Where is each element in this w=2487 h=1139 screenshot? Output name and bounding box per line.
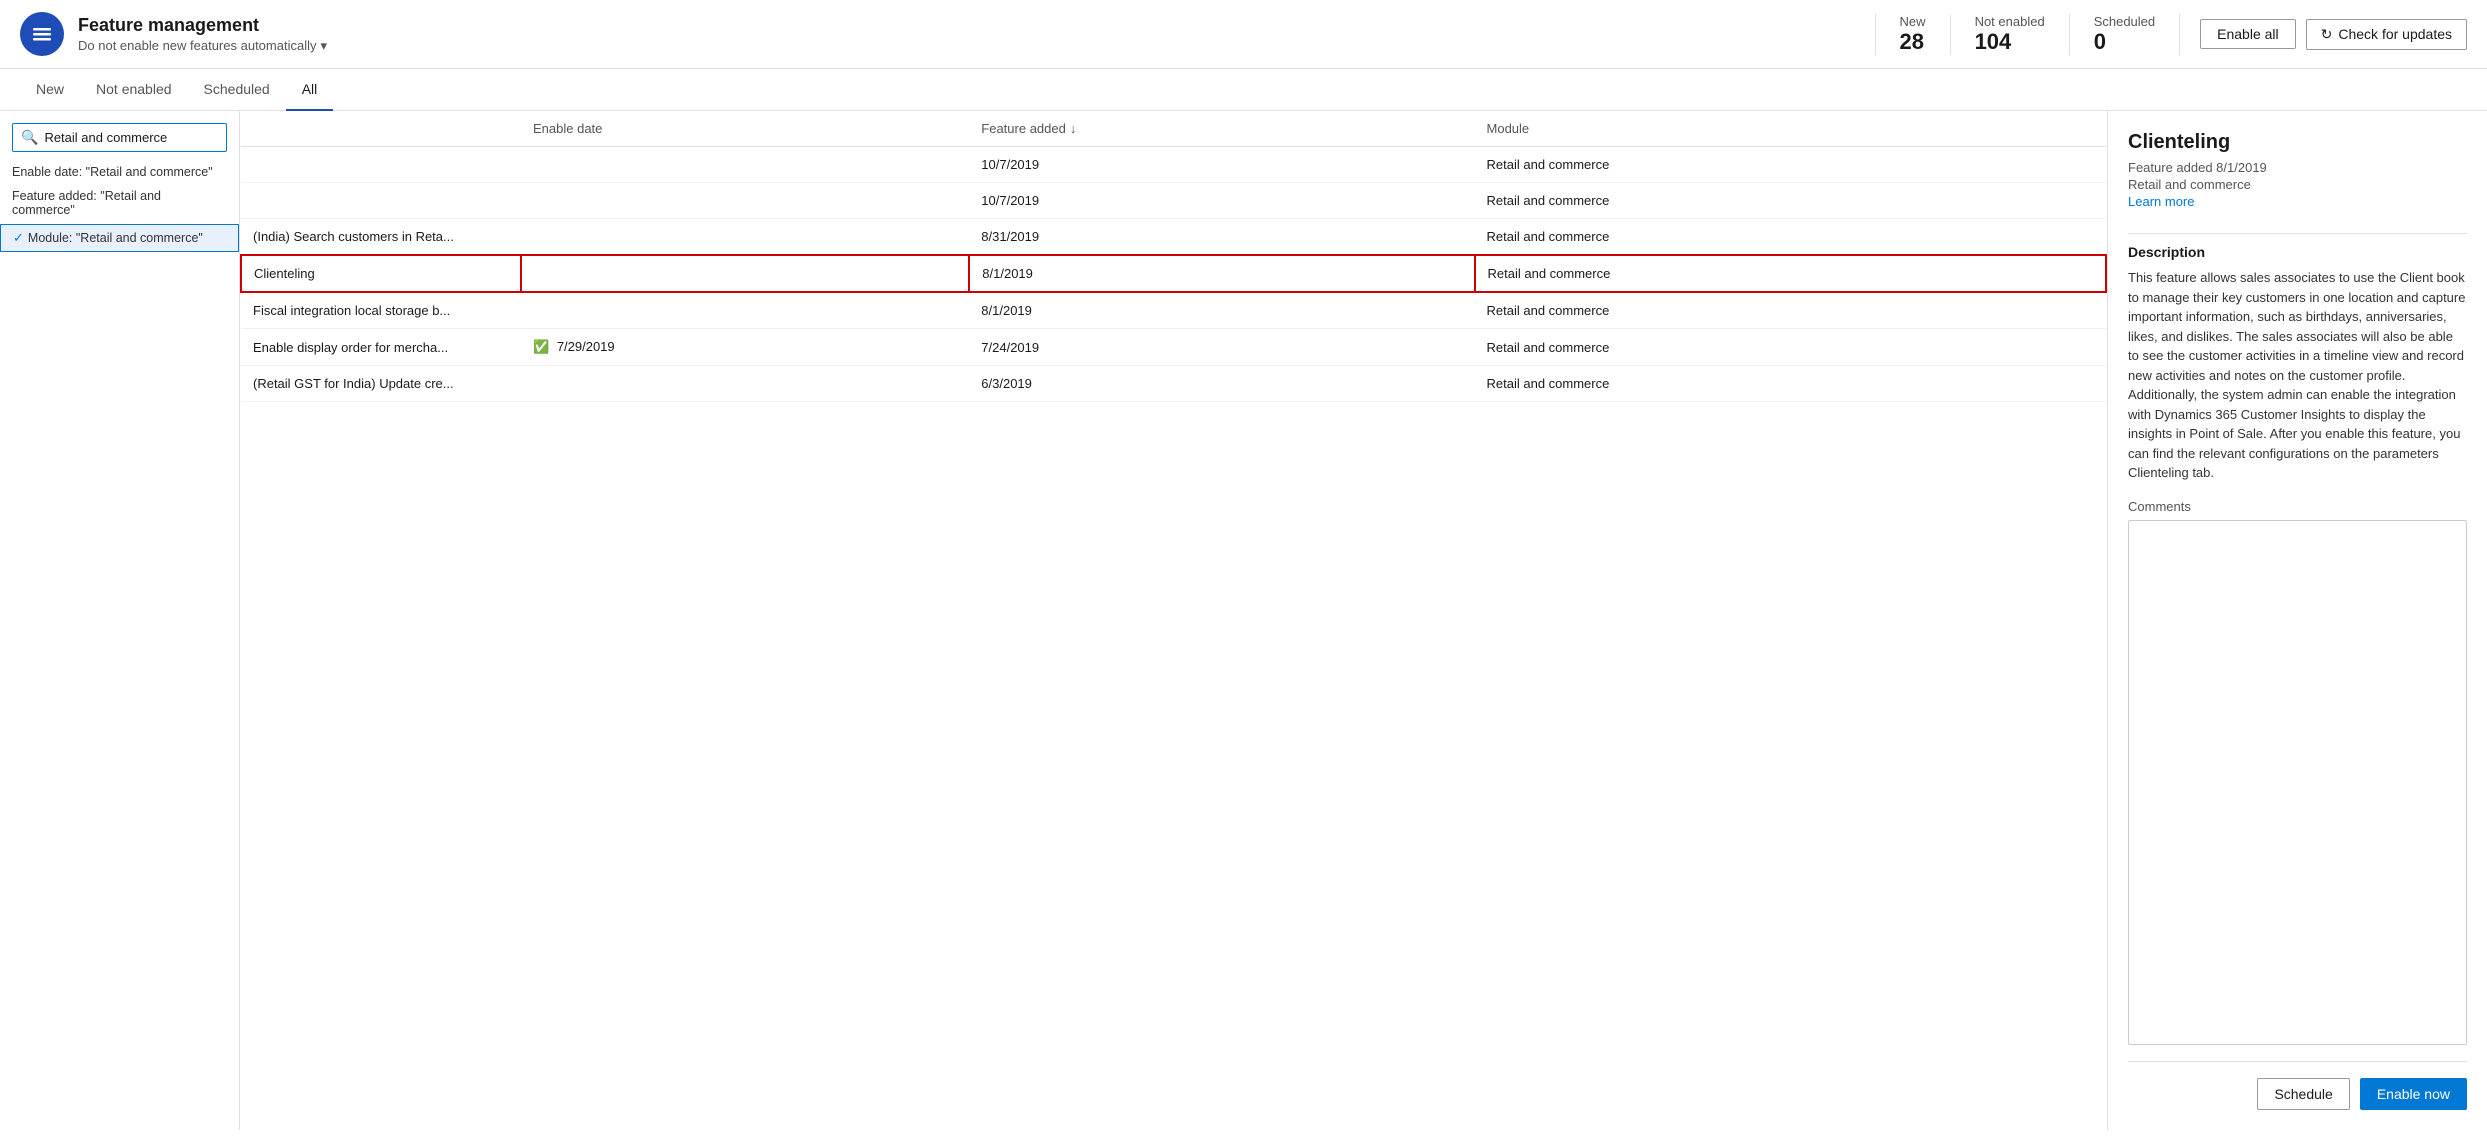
- row-name: Clienteling: [241, 255, 521, 292]
- row-name: [241, 183, 521, 219]
- search-input[interactable]: [44, 130, 218, 145]
- col-feature-added[interactable]: Feature added ↓: [969, 111, 1474, 147]
- tab-not-enabled[interactable]: Not enabled: [80, 69, 188, 111]
- row-name: Fiscal integration local storage b...: [241, 292, 521, 329]
- stat-new: New 28: [1875, 14, 1951, 55]
- detail-module: Retail and commerce: [2128, 177, 2467, 192]
- row-module: Retail and commerce: [1475, 219, 2106, 256]
- enabled-check-icon: ✅: [533, 339, 553, 354]
- row-module: Retail and commerce: [1475, 329, 2106, 366]
- row-feature-added: 8/1/2019: [969, 255, 1474, 292]
- page-title: Feature management: [78, 15, 1875, 36]
- description-title: Description: [2128, 244, 2467, 260]
- checkmark-icon: ✓: [13, 230, 24, 246]
- row-enable-date: ✅ 7/29/2019: [521, 329, 969, 366]
- row-name: (India) Search customers in Reta...: [241, 219, 521, 256]
- title-block: Feature management Do not enable new fea…: [78, 15, 1875, 54]
- row-name: [241, 147, 521, 183]
- row-enable-date: [521, 366, 969, 402]
- stat-scheduled: Scheduled 0: [2070, 14, 2180, 55]
- table-row[interactable]: 10/7/2019Retail and commerce: [241, 183, 2106, 219]
- feature-table: Enable date Feature added ↓ Module 10/7/…: [240, 111, 2107, 402]
- row-module: Retail and commerce: [1475, 255, 2106, 292]
- row-enable-date: [521, 219, 969, 256]
- detail-title: Clienteling: [2128, 131, 2467, 154]
- row-module: Retail and commerce: [1475, 292, 2106, 329]
- app-logo: [20, 12, 64, 56]
- search-icon: 🔍: [21, 129, 38, 146]
- row-feature-added: 8/1/2019: [969, 292, 1474, 329]
- row-feature-added: 10/7/2019: [969, 183, 1474, 219]
- detail-description: This feature allows sales associates to …: [2128, 268, 2467, 483]
- row-name: Enable display order for mercha...: [241, 329, 521, 366]
- table-row[interactable]: 10/7/2019Retail and commerce: [241, 147, 2106, 183]
- row-module: Retail and commerce: [1475, 147, 2106, 183]
- row-feature-added: 10/7/2019: [969, 147, 1474, 183]
- table-row[interactable]: Fiscal integration local storage b... 8/1…: [241, 292, 2106, 329]
- header-stats: New 28 Not enabled 104 Scheduled 0: [1875, 14, 2181, 55]
- row-enable-date: [521, 255, 969, 292]
- comments-textarea[interactable]: [2128, 520, 2467, 1046]
- suggestion-enable-date[interactable]: Enable date: "Retail and commerce": [0, 160, 239, 184]
- detail-feature-added: Feature added 8/1/2019: [2128, 160, 2467, 175]
- search-box[interactable]: 🔍: [12, 123, 227, 152]
- refresh-icon: ↻: [2321, 26, 2333, 43]
- sort-icon: ↓: [1070, 121, 1077, 136]
- learn-more-link[interactable]: Learn more: [2128, 194, 2467, 209]
- col-enable-date[interactable]: Enable date: [521, 111, 969, 147]
- comments-label: Comments: [2128, 499, 2467, 514]
- detail-footer: Schedule Enable now: [2128, 1061, 2467, 1130]
- row-enable-date: [521, 183, 969, 219]
- table-row[interactable]: (India) Search customers in Reta... 8/31/…: [241, 219, 2106, 256]
- row-module: Retail and commerce: [1475, 183, 2106, 219]
- table-row[interactable]: Clienteling 8/1/2019Retail and commerce: [241, 255, 2106, 292]
- row-name: (Retail GST for India) Update cre...: [241, 366, 521, 402]
- tab-new[interactable]: New: [20, 69, 80, 111]
- page-subtitle: Do not enable new features automatically…: [78, 38, 1875, 54]
- suggestion-module-selected[interactable]: ✓ Module: "Retail and commerce": [0, 224, 239, 252]
- tabs-bar: New Not enabled Scheduled All: [0, 69, 2487, 111]
- content-panel: Enable date Feature added ↓ Module 10/7/…: [240, 111, 2107, 1130]
- enable-now-button[interactable]: Enable now: [2360, 1078, 2467, 1110]
- schedule-button[interactable]: Schedule: [2257, 1078, 2349, 1110]
- main-layout: 🔍 Enable date: "Retail and commerce" Fea…: [0, 111, 2487, 1130]
- row-enable-date: [521, 292, 969, 329]
- row-enable-date: [521, 147, 969, 183]
- detail-divider-1: [2128, 233, 2467, 234]
- stat-not-enabled: Not enabled 104: [1951, 14, 2070, 55]
- row-module: Retail and commerce: [1475, 366, 2106, 402]
- header-actions: Enable all ↻ Check for updates: [2200, 19, 2467, 50]
- header: Feature management Do not enable new fea…: [0, 0, 2487, 69]
- col-module[interactable]: Module: [1475, 111, 2106, 147]
- tab-scheduled[interactable]: Scheduled: [188, 69, 286, 111]
- table-row[interactable]: Enable display order for mercha...✅ 7/29…: [241, 329, 2106, 366]
- right-detail-panel: Clienteling Feature added 8/1/2019 Retai…: [2107, 111, 2487, 1130]
- row-feature-added: 6/3/2019: [969, 366, 1474, 402]
- enable-all-button[interactable]: Enable all: [2200, 19, 2296, 49]
- subtitle-dropdown-arrow[interactable]: ▾: [320, 38, 327, 54]
- tab-all[interactable]: All: [286, 69, 334, 111]
- suggestion-feature-added[interactable]: Feature added: "Retail and commerce": [0, 184, 239, 222]
- left-panel: 🔍 Enable date: "Retail and commerce" Fea…: [0, 111, 240, 1130]
- check-updates-button[interactable]: ↻ Check for updates: [2306, 19, 2467, 50]
- row-feature-added: 7/24/2019: [969, 329, 1474, 366]
- row-feature-added: 8/31/2019: [969, 219, 1474, 256]
- col-name: [241, 111, 521, 147]
- table-row[interactable]: (Retail GST for India) Update cre... 6/3/…: [241, 366, 2106, 402]
